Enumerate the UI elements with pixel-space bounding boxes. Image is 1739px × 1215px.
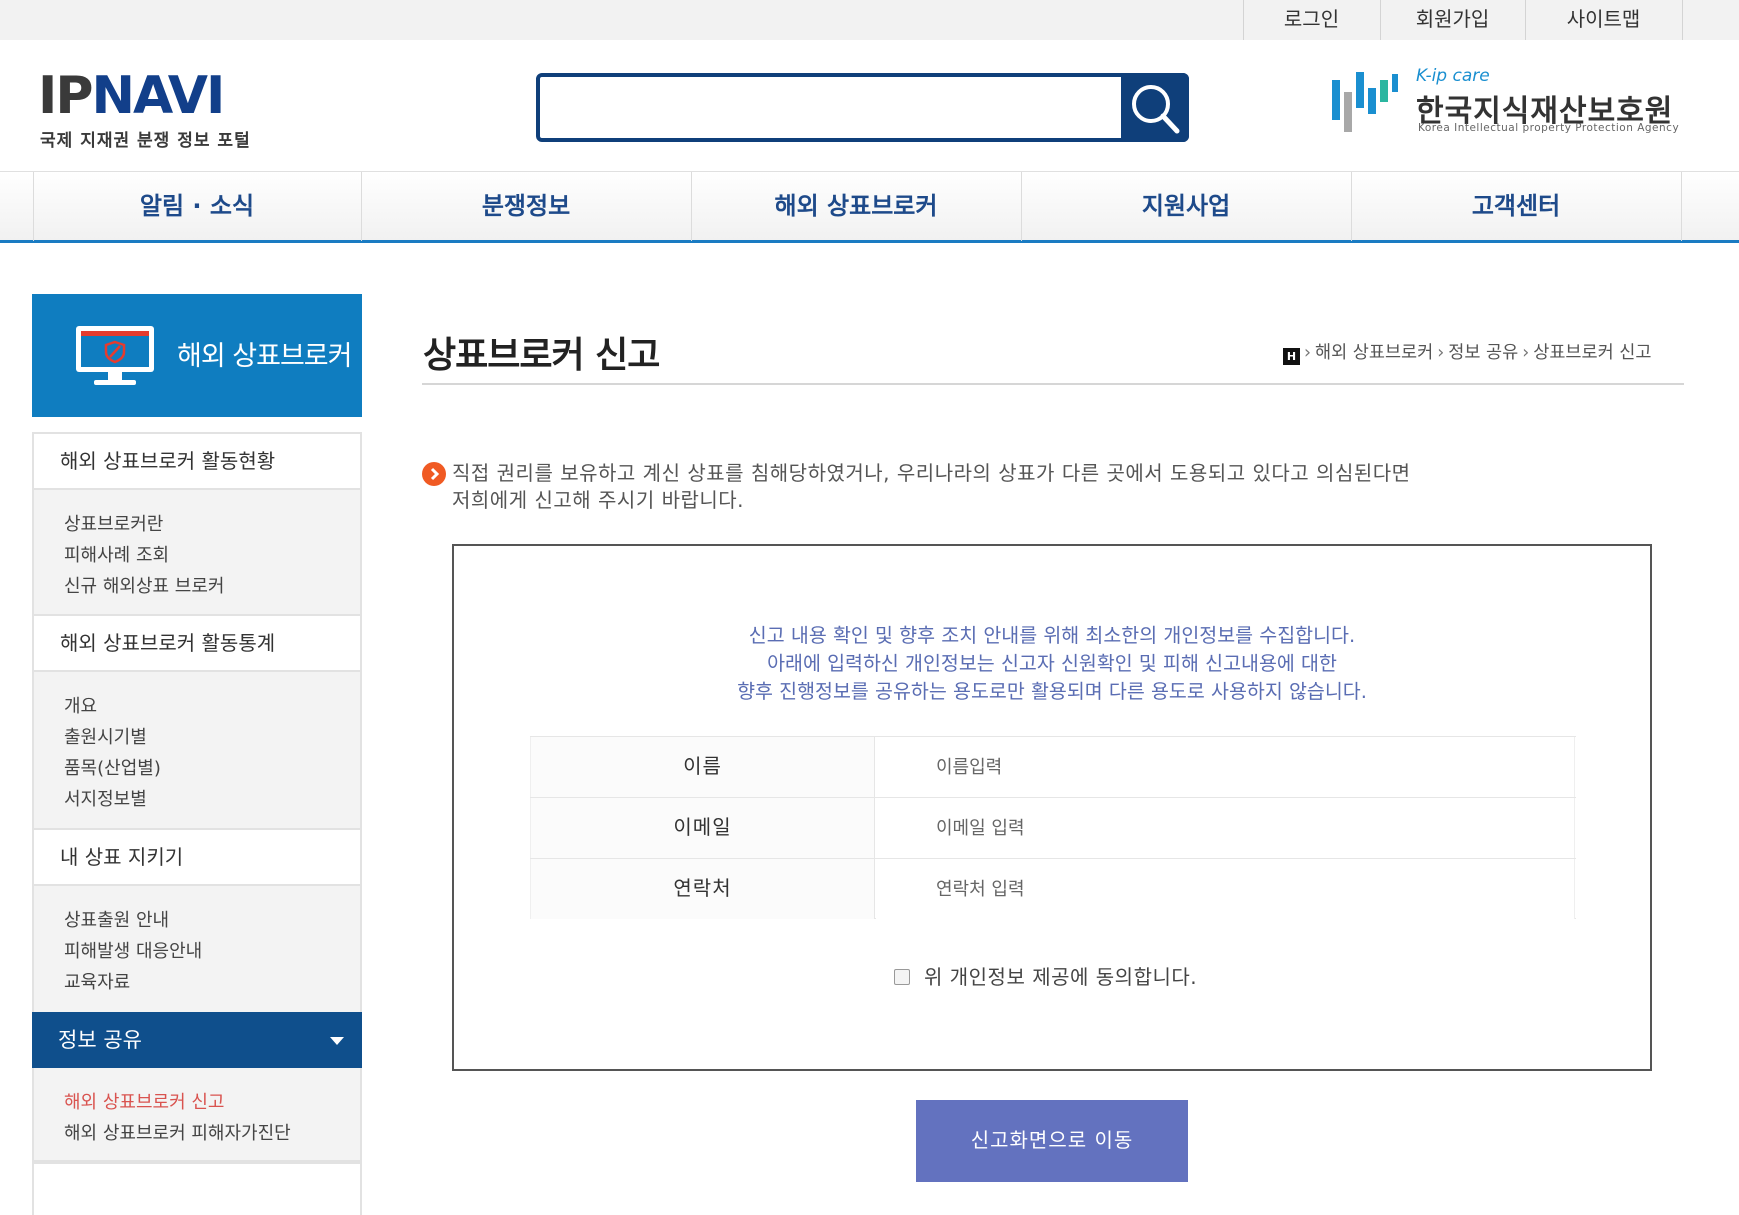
sidebar-group-label: 해외 상표브로커 활동통계: [60, 631, 276, 655]
sidebar-footer: [32, 1162, 362, 1215]
logo-wordmark: IPNAVI: [38, 66, 225, 126]
go-to-report-button[interactable]: 신고화면으로 이동: [916, 1100, 1188, 1182]
logo-subtitle: 국제 지재권 분쟁 정보 포털: [40, 131, 251, 151]
main-nav: 알림 · 소식 분쟁정보 해외 상표브로커 지원사업 고객센터: [0, 171, 1739, 243]
title-divider: [422, 383, 1684, 385]
sidebar-item-education[interactable]: 교육자료: [64, 968, 130, 994]
nav-item-support[interactable]: 지원사업: [1021, 172, 1351, 241]
sidebar-submenu: 상표브로커란 피해사례 조회 신규 해외상표 브로커: [32, 490, 362, 614]
sidebar-item-damage-cases[interactable]: 피해사례 조회: [64, 541, 169, 567]
nav-divider: [1681, 172, 1682, 241]
sidebar-group-label: 해외 상표브로커 활동현황: [60, 449, 276, 473]
privacy-form-box: 신고 내용 확인 및 향후 조치 안내를 위해 최소한의 개인정보를 수집합니다…: [452, 544, 1652, 1071]
breadcrumb-separator: ›: [1304, 343, 1311, 363]
sidebar-item-by-filing-period[interactable]: 출원시기별: [64, 723, 147, 749]
sidebar-item-self-diagnosis[interactable]: 해외 상표브로커 피해자가진단: [64, 1119, 291, 1145]
search-input[interactable]: [546, 83, 1116, 133]
sidebar-group-label: 내 상표 지키기: [60, 845, 184, 869]
agree-label: 위 개인정보 제공에 동의합니다.: [924, 965, 1198, 989]
search-button[interactable]: [1121, 73, 1189, 142]
sidebar-item-overview[interactable]: 개요: [64, 692, 97, 718]
search-bar: [536, 73, 1189, 142]
breadcrumb-separator: ›: [1522, 343, 1530, 363]
nav-item-trademark-broker[interactable]: 해외 상표브로커: [691, 172, 1021, 241]
kipa-logo[interactable]: K-ip care 한국지식재산보호원 Korea Intellectual p…: [1330, 66, 1686, 138]
chevron-right-circle-icon: [422, 462, 446, 486]
form-row-name: 이름: [530, 736, 1576, 797]
breadcrumb-separator: ›: [1437, 343, 1445, 363]
sidebar-banner: 해외 상표브로커: [32, 294, 362, 417]
nav-item-dispute-info[interactable]: 분쟁정보: [361, 172, 691, 241]
logo-navi: NAVI: [91, 66, 225, 126]
kipa-english-name: Korea Intellectual property Protection A…: [1418, 122, 1680, 134]
ipnavi-logo[interactable]: IPNAVI 국제 지재권 분쟁 정보 포털: [38, 66, 268, 151]
sidebar-submenu: 해외 상표브로커 신고 해외 상표브로커 피해자가진단: [32, 1068, 362, 1162]
sitemap-link[interactable]: 사이트맵: [1525, 0, 1682, 40]
page-title: 상표브로커 신고: [423, 335, 660, 376]
name-label: 이름: [530, 737, 875, 797]
name-input[interactable]: [876, 737, 1575, 797]
nav-item-customer-center[interactable]: 고객센터: [1351, 172, 1681, 241]
privacy-message: 신고 내용 확인 및 향후 조치 안내를 위해 최소한의 개인정보를 수집합니다…: [454, 622, 1650, 706]
sidebar-item-by-bibliography[interactable]: 서지정보별: [64, 785, 147, 811]
notice-line: 직접 권리를 보유하고 계신 상표를 침해당하였거나, 우리나라의 상표가 다른…: [452, 461, 1411, 485]
utility-divider: [1682, 0, 1683, 40]
email-label: 이메일: [530, 798, 875, 858]
sidebar-group-label: 정보 공유: [58, 1028, 142, 1052]
search-icon: [1132, 85, 1180, 134]
breadcrumb-item[interactable]: 정보 공유: [1448, 343, 1518, 363]
sidebar-banner-title: 해외 상표브로커: [177, 341, 352, 372]
sidebar-group-info-share[interactable]: 정보 공유: [32, 1012, 362, 1068]
privacy-message-line: 아래에 입력하신 개인정보는 신고자 신원확인 및 피해 신고내용에 대한: [767, 652, 1337, 675]
sidebar-item-new-brokers[interactable]: 신규 해외상표 브로커: [64, 572, 224, 598]
email-input[interactable]: [876, 798, 1575, 858]
sidebar-item-filing-guide[interactable]: 상표출원 안내: [64, 906, 169, 932]
utility-bar: 로그인 회원가입 사이트맵: [0, 0, 1739, 40]
breadcrumb-item[interactable]: 해외 상표브로커: [1315, 343, 1433, 363]
form-row-email: 이메일: [530, 797, 1576, 858]
logo-ip: IP: [38, 66, 93, 126]
sidebar-item-what-is-broker[interactable]: 상표브로커란: [64, 510, 163, 536]
sidebar-item-report-broker[interactable]: 해외 상표브로커 신고: [64, 1088, 224, 1114]
sidebar-group-activity[interactable]: 해외 상표브로커 활동현황: [32, 432, 362, 490]
privacy-message-line: 향후 진행정보를 공유하는 용도로만 활용되며 다른 용도로 사용하지 않습니다…: [737, 680, 1367, 703]
monitor-icon: [76, 326, 154, 385]
privacy-message-line: 신고 내용 확인 및 향후 조치 안내를 위해 최소한의 개인정보를 수집합니다…: [748, 624, 1356, 647]
nav-item-news[interactable]: 알림 · 소식: [33, 172, 361, 241]
caret-down-icon: [330, 1037, 344, 1045]
sidebar-submenu: 개요 출원시기별 품목(산업별) 서지정보별: [32, 672, 362, 828]
home-icon[interactable]: H: [1283, 348, 1300, 365]
sidebar-item-response-guide[interactable]: 피해발생 대응안내: [64, 937, 202, 963]
sidebar-item-by-industry[interactable]: 품목(산업별): [64, 754, 161, 780]
agree-checkbox[interactable]: [894, 969, 910, 985]
signup-link[interactable]: 회원가입: [1380, 0, 1525, 40]
sidebar-group-statistics[interactable]: 해외 상표브로커 활동통계: [32, 614, 362, 672]
sidebar-group-protect[interactable]: 내 상표 지키기: [32, 828, 362, 886]
phone-input[interactable]: [876, 859, 1575, 919]
sidebar-submenu: 상표출원 안내 피해발생 대응안내 교육자료: [32, 886, 362, 1012]
breadcrumb: H › 해외 상표브로커 › 정보 공유 › 상표브로커 신고: [1283, 339, 1652, 365]
notice-text: 직접 권리를 보유하고 계신 상표를 침해당하였거나, 우리나라의 상표가 다른…: [452, 460, 1411, 514]
phone-label: 연락처: [530, 859, 875, 919]
notice-line: 저희에게 신고해 주시기 바랍니다.: [452, 488, 745, 512]
kipa-bars-icon: [1332, 72, 1398, 132]
breadcrumb-item-current[interactable]: 상표브로커 신고: [1533, 343, 1651, 363]
login-link[interactable]: 로그인: [1243, 0, 1380, 40]
kipa-brand: K-ip care: [1416, 66, 1490, 86]
form-row-phone: 연락처: [530, 858, 1576, 919]
